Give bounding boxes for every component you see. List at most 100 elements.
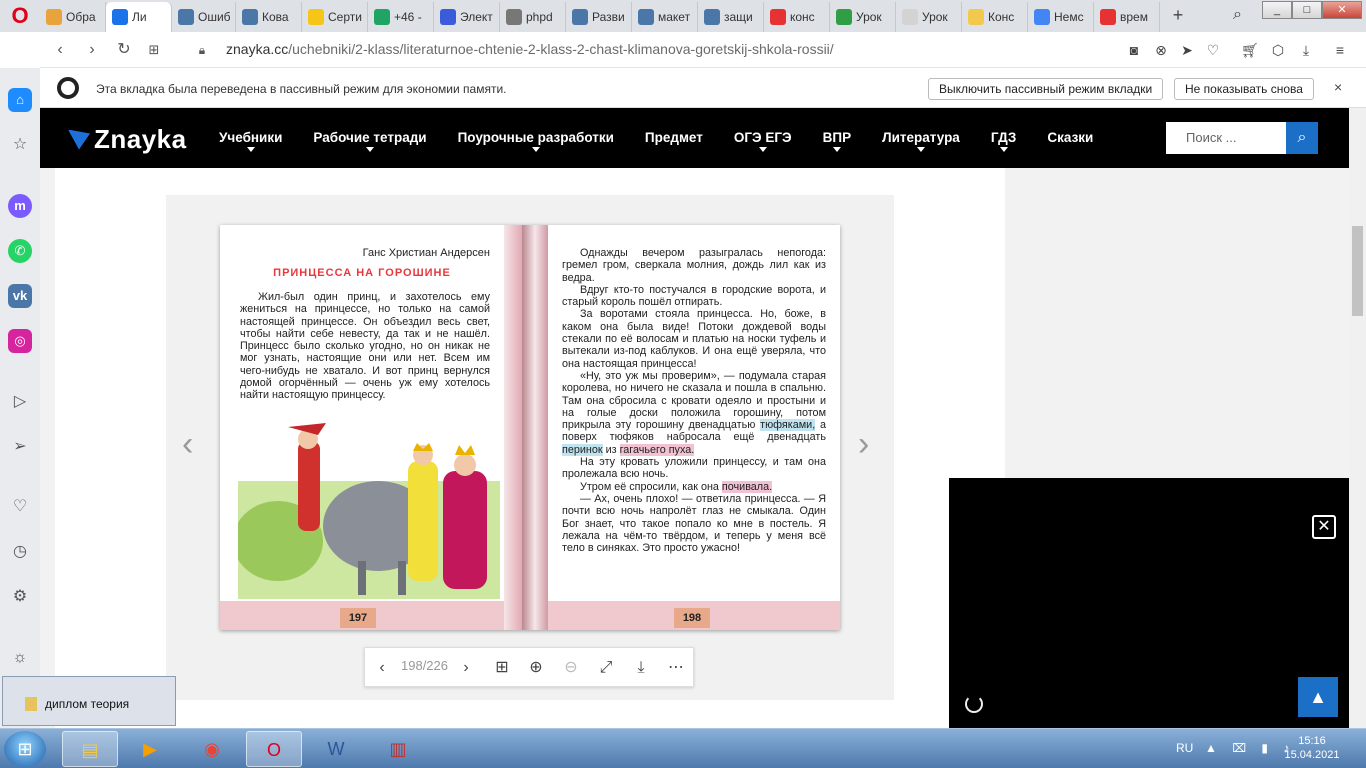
tab[interactable]: Элект bbox=[434, 2, 500, 32]
settings-icon[interactable]: ⚙ bbox=[8, 585, 32, 609]
disable-passive-mode-button[interactable]: Выключить пассивный режим вкладки bbox=[928, 78, 1164, 100]
dont-show-again-button[interactable]: Не показывать снова bbox=[1174, 78, 1314, 100]
prev-page-button[interactable]: ‹ bbox=[371, 657, 393, 679]
tips-icon[interactable]: ☼ bbox=[8, 646, 32, 670]
tab[interactable]: защи bbox=[698, 2, 764, 32]
tab[interactable]: Кова bbox=[236, 2, 302, 32]
send-icon[interactable]: ➤ bbox=[1177, 40, 1197, 60]
zoom-out-icon[interactable]: ⊖ bbox=[560, 657, 582, 679]
vk-icon[interactable]: vk bbox=[8, 284, 32, 308]
tab[interactable]: Разви bbox=[566, 2, 632, 32]
tab[interactable]: Урок bbox=[830, 2, 896, 32]
tab[interactable]: Ли bbox=[106, 2, 172, 32]
player-icon[interactable]: ▷ bbox=[8, 390, 32, 414]
menu-item[interactable]: Рабочие тетради bbox=[313, 130, 427, 152]
back-icon[interactable]: ‹ bbox=[50, 40, 70, 60]
cart-icon[interactable]: 🛒︎ bbox=[1240, 40, 1260, 60]
heart-sidebar-icon[interactable]: ♡ bbox=[8, 495, 32, 519]
more-icon[interactable]: ⋯ bbox=[665, 657, 687, 679]
menu-item[interactable]: ГДЗ bbox=[990, 130, 1017, 152]
page-scrollbar[interactable] bbox=[1349, 108, 1366, 728]
start-button[interactable]: ⊞ bbox=[4, 731, 46, 767]
chevron-down-icon bbox=[758, 147, 767, 152]
taskbar-preview[interactable]: диплом теория bbox=[2, 676, 176, 726]
tab[interactable]: Ошиб bbox=[172, 2, 236, 32]
left-page-footer: 197 bbox=[220, 601, 504, 630]
language-indicator[interactable]: RU bbox=[1176, 741, 1193, 755]
tab[interactable]: Урок bbox=[896, 2, 962, 32]
home-icon[interactable]: ⌂ bbox=[8, 88, 32, 112]
opera-menu-icon[interactable]: O bbox=[8, 4, 32, 28]
grid-view-icon[interactable]: ⊞ bbox=[491, 657, 513, 679]
search-input[interactable]: Поиск ... bbox=[1166, 122, 1286, 154]
paragraph: — Ах, очень плохо! — ответила принцесса.… bbox=[562, 492, 826, 555]
send-sidebar-icon[interactable]: ➢ bbox=[8, 435, 32, 459]
close-video-icon[interactable]: ✕ bbox=[1312, 515, 1336, 539]
tab[interactable]: врем bbox=[1094, 2, 1160, 32]
tab[interactable]: Обра bbox=[40, 2, 106, 32]
tab[interactable]: макет bbox=[632, 2, 698, 32]
cube-icon[interactable]: ⬡ bbox=[1268, 40, 1288, 60]
star-icon[interactable]: ☆ bbox=[8, 133, 32, 157]
tab-favicon-icon bbox=[308, 9, 324, 25]
speed-dial-icon[interactable]: ⊞ bbox=[144, 40, 164, 60]
next-page-button[interactable]: › bbox=[455, 657, 477, 679]
menu-item[interactable]: Сказки bbox=[1047, 130, 1093, 145]
menu-item[interactable]: Поурочные разработки bbox=[458, 130, 614, 152]
site-logo[interactable]: Znayka bbox=[68, 124, 187, 155]
menu-item[interactable]: Учебники bbox=[219, 130, 282, 152]
tab-favicon-icon bbox=[1034, 9, 1050, 25]
url-field[interactable]: znayka.cc/uchebniki/2-klass/literaturnoe… bbox=[226, 41, 834, 57]
minimize-button[interactable]: _ bbox=[1262, 1, 1292, 19]
paragraph: Утром её спросили, как она почивала. bbox=[562, 480, 826, 493]
menu-item[interactable]: ОГЭ ЕГЭ bbox=[734, 130, 792, 152]
messenger-icon[interactable]: m bbox=[8, 194, 32, 218]
history-icon[interactable]: ◷ bbox=[8, 540, 32, 564]
new-tab-button[interactable]: + bbox=[1168, 5, 1188, 25]
instagram-icon[interactable]: ◎ bbox=[8, 329, 32, 353]
tab-search-icon[interactable]: ⌕ bbox=[1233, 5, 1251, 25]
tab[interactable]: конс bbox=[764, 2, 830, 32]
close-icon[interactable]: × bbox=[1334, 79, 1342, 95]
paragraph: На эту кровать уложили принцессу, и там … bbox=[562, 456, 826, 481]
tab[interactable]: Серти bbox=[302, 2, 368, 32]
whatsapp-icon[interactable]: ✆ bbox=[8, 239, 32, 263]
adblock-icon[interactable]: ⊗ bbox=[1151, 40, 1171, 60]
tab[interactable]: phpd bbox=[500, 2, 566, 32]
menu-item-label: ГДЗ bbox=[990, 130, 1017, 145]
fullscreen-icon[interactable]: ⤢ bbox=[595, 657, 617, 679]
explorer-icon[interactable]: ▤ bbox=[62, 731, 118, 767]
media-player-icon[interactable]: ▶ bbox=[122, 731, 178, 767]
opera-icon[interactable]: O bbox=[246, 731, 302, 767]
word-icon[interactable]: W bbox=[308, 731, 364, 767]
close-window-button[interactable]: ✕ bbox=[1322, 1, 1362, 19]
window-controls: _ □ ✕ bbox=[1262, 1, 1362, 19]
reload-icon[interactable]: ↻ bbox=[114, 40, 134, 60]
search-icon[interactable]: ⌕ bbox=[1286, 122, 1318, 154]
camera-icon[interactable]: ◙ bbox=[1124, 40, 1144, 60]
menu-item[interactable]: Литература bbox=[882, 130, 960, 152]
scrollbar-thumb[interactable] bbox=[1352, 226, 1363, 316]
forward-icon[interactable]: › bbox=[82, 40, 102, 60]
left-page: Ганс Христиан Андерсен ПРИНЦЕССА НА ГОРО… bbox=[220, 225, 504, 630]
clock[interactable]: 15:16 15.04.2021 bbox=[1282, 734, 1342, 762]
chrome-icon[interactable]: ◉ bbox=[184, 731, 240, 767]
download-icon[interactable]: ⤓ bbox=[630, 657, 652, 679]
winrar-icon[interactable]: ▥ bbox=[370, 731, 426, 767]
page-indicator[interactable]: 198/226 bbox=[401, 658, 448, 673]
tab[interactable]: Немс bbox=[1028, 2, 1094, 32]
menu-item[interactable]: ВПР bbox=[823, 130, 851, 152]
scroll-to-top-button[interactable]: ▲ bbox=[1298, 677, 1338, 717]
zoom-in-icon[interactable]: ⊕ bbox=[525, 657, 547, 679]
heart-icon[interactable]: ♡ bbox=[1203, 40, 1223, 60]
illustration bbox=[238, 423, 500, 599]
tab[interactable]: +46 - bbox=[368, 2, 434, 32]
maximize-button[interactable]: □ bbox=[1292, 1, 1322, 19]
download-icon[interactable]: ⤓ bbox=[1296, 40, 1316, 60]
menu-icon[interactable]: ≡ bbox=[1330, 40, 1350, 60]
address-toolbar: ‹ › ↻ ⊞ 🔒︎ znayka.cc/uchebniki/2-klass/l… bbox=[40, 32, 1366, 68]
prev-page-arrow[interactable]: ‹ bbox=[182, 425, 193, 464]
tab[interactable]: Конс bbox=[962, 2, 1028, 32]
next-page-arrow[interactable]: › bbox=[858, 425, 869, 464]
menu-item[interactable]: Предмет bbox=[645, 130, 703, 145]
